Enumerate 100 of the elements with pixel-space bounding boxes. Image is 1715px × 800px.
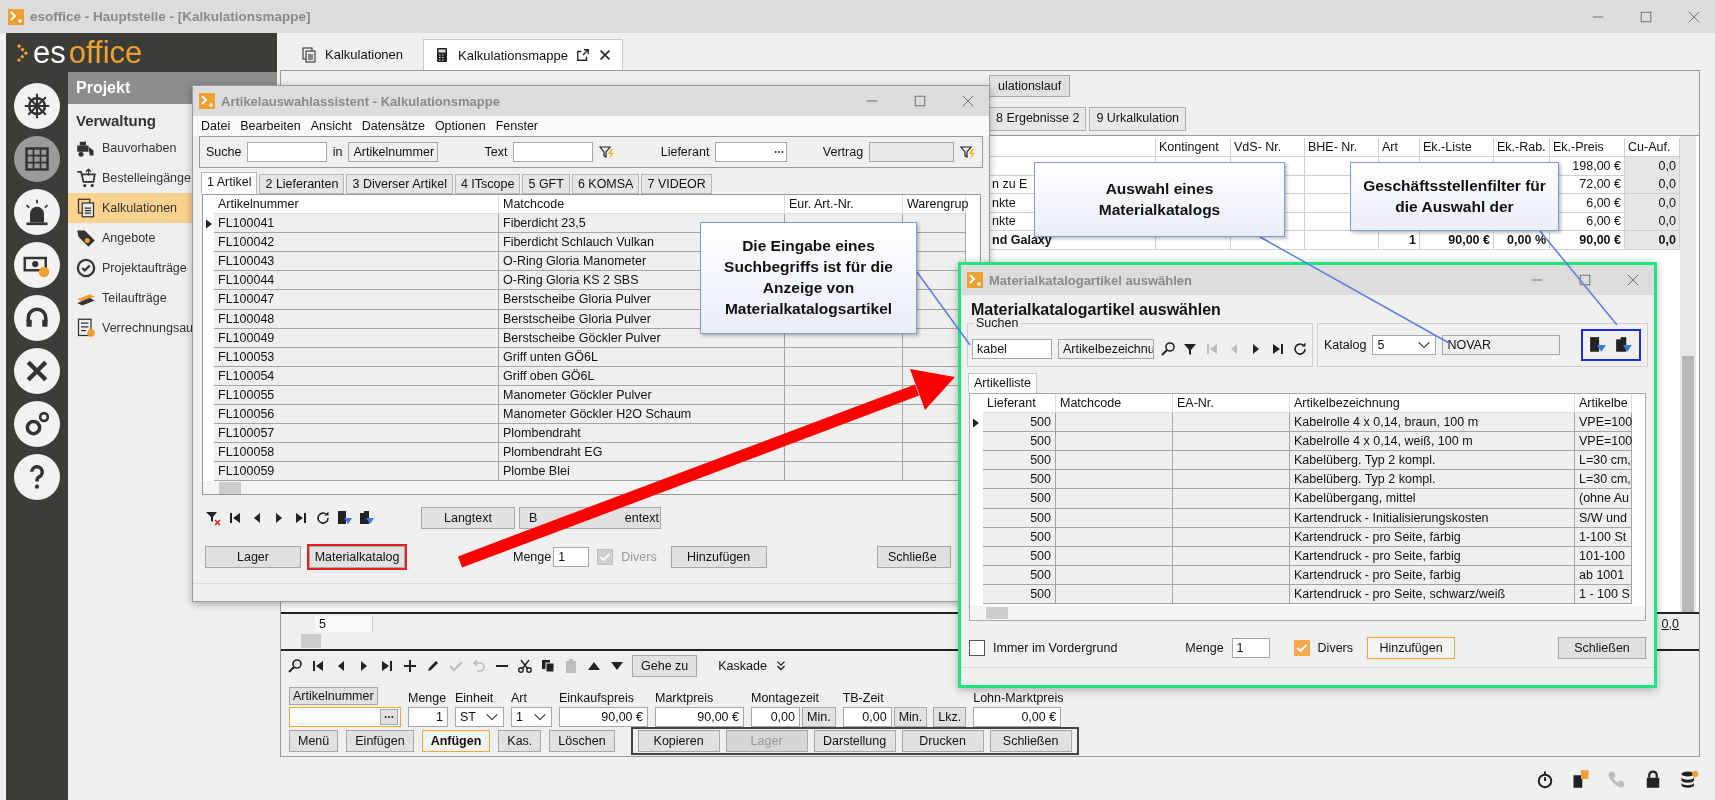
toolbar-button[interactable]: ulationslauf	[989, 75, 1071, 97]
goto-button[interactable]: Gehe zu	[632, 654, 698, 677]
popout-icon[interactable]	[575, 48, 590, 62]
close-button[interactable]: Schließen	[1558, 637, 1646, 659]
search-icon[interactable]	[1160, 341, 1176, 357]
last-record-icon[interactable]	[1270, 341, 1286, 357]
action-button[interactable]: Schließen	[989, 730, 1072, 752]
tab[interactable]: Artikelliste	[968, 373, 1037, 393]
column-header[interactable]: Matchcode	[499, 195, 785, 215]
column-header[interactable]: Ek.-Liste	[1420, 138, 1494, 157]
maximize-icon[interactable]	[1578, 273, 1592, 287]
database-icon[interactable]	[1679, 768, 1699, 789]
contract-field[interactable]	[869, 142, 954, 162]
menu-item[interactable]: Bearbeiten	[240, 119, 301, 133]
checkbox[interactable]	[1293, 640, 1310, 656]
unit-button[interactable]: Min.	[893, 707, 928, 727]
column-header[interactable]: Matchcode	[1056, 394, 1173, 414]
plus-icon[interactable]	[402, 657, 418, 674]
scrollbar[interactable]	[1680, 136, 1696, 612]
filter-lightning-icon[interactable]	[960, 144, 976, 160]
cash-icon[interactable]	[14, 242, 60, 288]
building-filter-icon[interactable]	[337, 510, 353, 526]
column-header[interactable]: VdS- Nr.	[1231, 138, 1305, 157]
close-icon[interactable]	[597, 48, 612, 62]
menu-item[interactable]: Optionen	[434, 119, 486, 133]
filter-lightning-icon[interactable]	[598, 144, 615, 160]
last-record-icon[interactable]	[293, 510, 309, 526]
column-header[interactable]: Eur. Art.-Nr.	[785, 195, 903, 215]
spreadsheet-icon[interactable]	[14, 136, 60, 182]
text-field[interactable]	[513, 142, 593, 162]
copy-icon[interactable]	[540, 657, 556, 674]
action-button[interactable]: Anfügen	[421, 730, 491, 752]
building-filter-icon[interactable]	[1589, 336, 1607, 354]
text-button[interactable]: Langtext	[421, 507, 515, 529]
add-button[interactable]: Hinzufügen	[670, 546, 767, 568]
scrollbar[interactable]	[970, 606, 1645, 620]
tab[interactable]: 2 Lieferanten	[259, 174, 345, 194]
input-field[interactable]: 90,00 €	[655, 707, 744, 727]
headset-icon[interactable]	[14, 295, 60, 341]
catalog-dropdown[interactable]: 5	[1372, 335, 1437, 355]
tab[interactable]: Kalkulationen	[291, 39, 414, 70]
action-button[interactable]: Drucken	[901, 730, 984, 752]
tab[interactable]: 4 ITscope	[454, 174, 521, 194]
refresh-icon[interactable]	[1292, 341, 1308, 357]
building-icon[interactable]	[1571, 768, 1591, 789]
buildings-filter-icon[interactable]	[359, 510, 375, 526]
column-header[interactable]: Lieferant	[983, 394, 1056, 414]
first-record-icon[interactable]	[227, 510, 243, 526]
column-header[interactable]: Artikelbe	[1575, 394, 1632, 414]
filter-icon[interactable]	[1182, 341, 1198, 357]
tab[interactable]: 1 Artikel	[201, 172, 258, 194]
dialog-button[interactable]: Materialkatalog	[309, 546, 405, 568]
column-header[interactable]: Warengrup	[903, 195, 966, 215]
ship-wheel-icon[interactable]	[14, 83, 60, 129]
add-button[interactable]: Hinzufügen	[1367, 637, 1455, 659]
tab[interactable]: 7 VIDEOR	[641, 174, 712, 194]
menu-item[interactable]: Ansicht	[310, 119, 352, 133]
input-field[interactable]: 90,00 €	[559, 707, 648, 727]
field-selector-button[interactable]: Artikelnummer	[289, 687, 378, 705]
column-header[interactable]: Artikelnummer	[214, 195, 499, 215]
tab[interactable]: 3 Diverser Artikel	[346, 174, 453, 194]
tab[interactable]: 5 GFT	[522, 174, 570, 194]
browse-button[interactable]	[380, 709, 398, 725]
article-number-field[interactable]	[289, 707, 401, 727]
action-button[interactable]: Kas.	[498, 730, 542, 752]
column-header[interactable]: Kontingent	[1156, 138, 1231, 157]
tab[interactable]: 8 Ergebnisse 2	[989, 107, 1087, 131]
filter-clear-icon[interactable]	[205, 510, 221, 526]
scissors-icon[interactable]	[517, 657, 533, 674]
action-button[interactable]: Menü	[289, 730, 339, 752]
column-header[interactable]: BHE- Nr.	[1305, 138, 1379, 157]
column-header[interactable]: Artikelbezeichnung	[1290, 394, 1575, 414]
input-field[interactable]: 0,00	[751, 707, 800, 727]
buildings-filter-icon[interactable]	[1615, 336, 1633, 354]
menu-item[interactable]: Datei	[201, 119, 231, 133]
column-header[interactable]: Ek.-Preis	[1550, 138, 1625, 157]
supplier-field[interactable]	[715, 142, 787, 162]
menu-item[interactable]: Fenster	[495, 119, 538, 133]
checkbox[interactable]	[969, 640, 985, 656]
action-button[interactable]: Löschen	[549, 730, 615, 752]
column-header[interactable]: Art	[1379, 138, 1420, 157]
action-button[interactable]: Kopieren	[637, 730, 720, 752]
search-field[interactable]	[247, 142, 327, 162]
input-field[interactable]: 0,00	[842, 707, 892, 727]
tab[interactable]: Kalkulationsmappe	[423, 39, 623, 70]
dialog-button[interactable]: Lager	[205, 546, 301, 568]
tab[interactable]: 6 KOMSA	[571, 174, 640, 194]
action-button[interactable]: Einfügen	[346, 730, 414, 752]
column-header[interactable]: Ek.-Rab.	[1494, 138, 1550, 157]
siren-icon[interactable]	[14, 189, 60, 235]
search-field[interactable]: kabel	[972, 339, 1052, 359]
dropdown[interactable]: 1	[511, 707, 552, 727]
unit-button[interactable]: Lkz.	[933, 707, 967, 727]
unit-button[interactable]: Min.	[802, 707, 836, 727]
refresh-icon[interactable]	[315, 510, 331, 526]
input-field[interactable]: 1	[408, 707, 448, 727]
dropdown[interactable]: ST	[455, 707, 504, 727]
quantity-field[interactable]: 1	[1231, 638, 1270, 658]
action-button[interactable]: Darstellung	[813, 730, 896, 752]
help-icon[interactable]	[14, 454, 60, 500]
